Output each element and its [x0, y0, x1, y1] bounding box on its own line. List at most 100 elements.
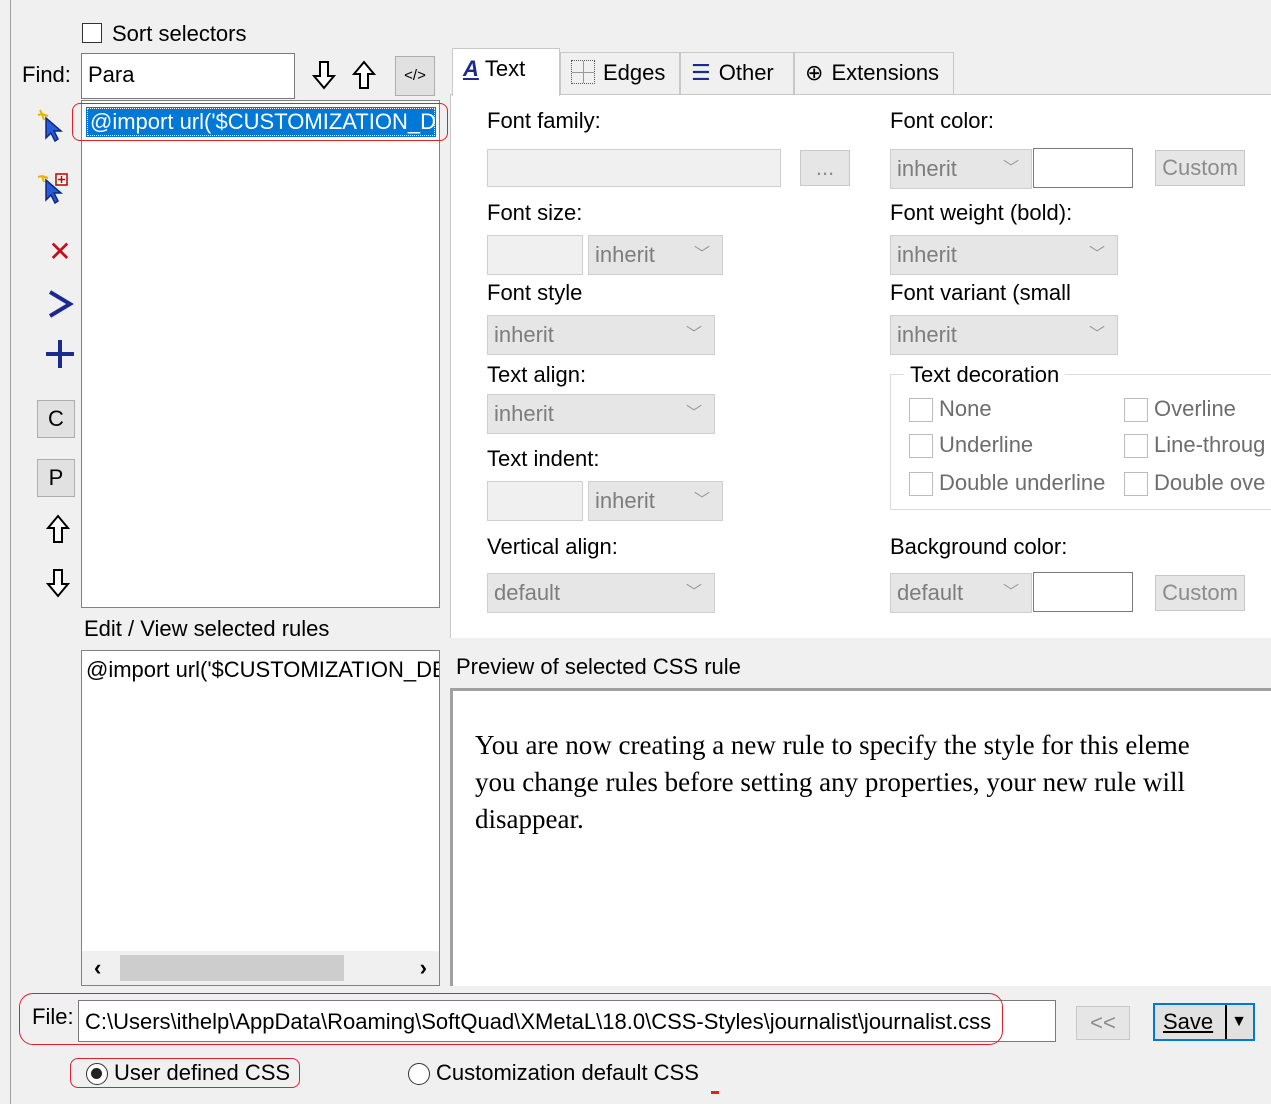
background-color-select[interactable]: default ﹀: [890, 573, 1032, 613]
decoration-none-label: None: [939, 396, 992, 421]
font-color-value: inherit: [897, 156, 957, 181]
font-family-label: Font family:: [487, 108, 601, 133]
decoration-none-checkbox[interactable]: [909, 398, 933, 422]
window-edge: [10, 0, 11, 1104]
add-button[interactable]: [40, 334, 80, 374]
scroll-left-icon[interactable]: ‹: [94, 955, 101, 981]
font-size-input[interactable]: [487, 235, 583, 275]
selector-list-item-text: @import url('$CUSTOMIZATION_DE: [90, 109, 436, 134]
font-style-select[interactable]: inherit ﹀: [487, 315, 715, 355]
edit-rules-textarea[interactable]: @import url('$CUSTOMIZATION_DE ‹ ›: [81, 650, 440, 986]
font-color-custom-button[interactable]: Custom: [1155, 150, 1245, 186]
p-button-label: P: [48, 465, 64, 490]
move-down-button[interactable]: [45, 568, 71, 598]
font-weight-select[interactable]: inherit ﹀: [890, 235, 1118, 275]
background-color-swatch[interactable]: [1033, 572, 1133, 612]
new-rule-icon: [37, 109, 64, 143]
background-color-custom-button[interactable]: Custom: [1155, 575, 1245, 611]
font-size-unit-value: inherit: [595, 242, 655, 267]
decoration-overline-checkbox[interactable]: [1124, 398, 1148, 422]
font-color-swatch[interactable]: [1033, 148, 1133, 188]
find-next-button[interactable]: [311, 60, 337, 90]
new-rule-button[interactable]: [34, 106, 74, 146]
decoration-underline-label: Underline: [939, 432, 1034, 457]
vertical-align-value: default: [494, 580, 561, 605]
selector-list[interactable]: @import url('$CUSTOMIZATION_DE: [81, 100, 440, 608]
font-color-custom-label: Custom: [1162, 155, 1238, 180]
sort-selectors-label: Sort selectors: [112, 21, 247, 46]
selector-list-item[interactable]: @import url('$CUSTOMIZATION_DE: [86, 107, 436, 137]
sort-selectors-checkbox[interactable]: [82, 23, 102, 43]
previous-file-label: <<: [1090, 1010, 1116, 1035]
find-input[interactable]: Para: [81, 53, 295, 99]
user-defined-css-radio[interactable]: [86, 1063, 108, 1085]
arrow-down-icon: [311, 61, 337, 90]
file-path-input[interactable]: C:\Users\ithelp\AppData\Roaming\SoftQuad…: [78, 1000, 1056, 1042]
new-child-rule-icon: [37, 173, 68, 205]
vertical-align-label: Vertical align:: [487, 534, 618, 559]
edit-rules-label: Edit / View selected rules: [84, 616, 330, 641]
font-size-unit-select[interactable]: inherit ﹀: [588, 235, 723, 275]
grid-icon: [571, 60, 595, 84]
decoration-underline-checkbox[interactable]: [909, 434, 933, 458]
save-button[interactable]: Save ▼: [1153, 1003, 1255, 1041]
dropdown-arrow-icon[interactable]: ▼: [1225, 1005, 1247, 1039]
font-color-select[interactable]: inherit ﹀: [890, 149, 1032, 189]
customization-default-css-radio[interactable]: [408, 1063, 430, 1085]
find-previous-button[interactable]: [351, 60, 377, 90]
font-variant-select[interactable]: inherit ﹀: [890, 315, 1118, 355]
tab-extensions[interactable]: ⊕ Extensions: [794, 52, 954, 94]
font-color-label: Font color:: [890, 108, 994, 133]
decoration-double-overline-checkbox[interactable]: [1124, 472, 1148, 496]
tab-other[interactable]: ☰ Other: [680, 52, 794, 94]
tab-edges[interactable]: Edges: [560, 52, 680, 94]
customization-default-css-label: Customization default CSS: [436, 1060, 699, 1085]
chevron-down-icon: ﹀: [1002, 584, 1019, 601]
arrow-up-icon: [45, 514, 71, 543]
edit-rules-hscrollbar[interactable]: ‹ ›: [82, 951, 439, 985]
font-size-label: Font size:: [487, 200, 583, 225]
tab-text[interactable]: A Text: [452, 48, 560, 96]
preview-line: You are now creating a new rule to speci…: [475, 730, 1190, 760]
scroll-right-icon[interactable]: ›: [420, 955, 427, 981]
preview-pane: You are now creating a new rule to speci…: [450, 688, 1271, 986]
text-align-select[interactable]: inherit ﹀: [487, 394, 715, 434]
chevron-down-icon: ﹀: [685, 405, 702, 422]
code-view-button[interactable]: </>: [395, 56, 435, 96]
chevron-down-icon: ﹀: [1088, 326, 1105, 343]
chevron-down-icon: ﹀: [685, 326, 702, 343]
scrollbar-thumb[interactable]: [120, 955, 344, 981]
font-style-label: Font style: [487, 280, 583, 305]
new-child-rule-button[interactable]: [34, 168, 74, 208]
text-indent-unit-select[interactable]: inherit ﹀: [588, 481, 723, 521]
background-color-label: Background color:: [890, 534, 1068, 559]
vertical-align-select[interactable]: default ﹀: [487, 573, 715, 613]
delete-rule-button[interactable]: ✕: [40, 232, 80, 272]
preview-line: disappear.: [475, 804, 584, 834]
decoration-double-overline-label: Double ove: [1154, 470, 1266, 495]
decoration-line-through-checkbox[interactable]: [1124, 434, 1148, 458]
text-align-label: Text align:: [487, 362, 587, 387]
font-family-browse-button[interactable]: ...: [800, 150, 850, 186]
background-color-value: default: [897, 580, 964, 605]
file-path-value: C:\Users\ithelp\AppData\Roaming\SoftQuad…: [85, 1009, 992, 1034]
p-button[interactable]: P: [37, 459, 75, 497]
text-indent-label: Text indent:: [487, 446, 600, 471]
move-up-button[interactable]: [45, 514, 71, 544]
font-variant-value: inherit: [897, 322, 957, 347]
decoration-double-underline-checkbox[interactable]: [909, 472, 933, 496]
previous-file-button[interactable]: <<: [1076, 1006, 1130, 1040]
chevron-down-icon: ﹀: [693, 492, 710, 509]
text-decoration-label: Text decoration: [904, 362, 1066, 388]
move-right-button[interactable]: [40, 284, 80, 324]
decoration-double-underline-label: Double underline: [939, 470, 1106, 495]
c-button[interactable]: C: [37, 400, 75, 438]
font-variant-label: Font variant (small: [890, 280, 1071, 305]
preview-text: You are now creating a new rule to speci…: [475, 727, 1190, 838]
font-icon: A: [463, 56, 479, 81]
text-indent-input[interactable]: [487, 481, 583, 521]
text-indent-unit-value: inherit: [595, 488, 655, 513]
font-family-input[interactable]: [487, 149, 781, 187]
tab-extensions-label: Extensions: [831, 60, 940, 85]
chevron-down-icon: ﹀: [693, 246, 710, 263]
